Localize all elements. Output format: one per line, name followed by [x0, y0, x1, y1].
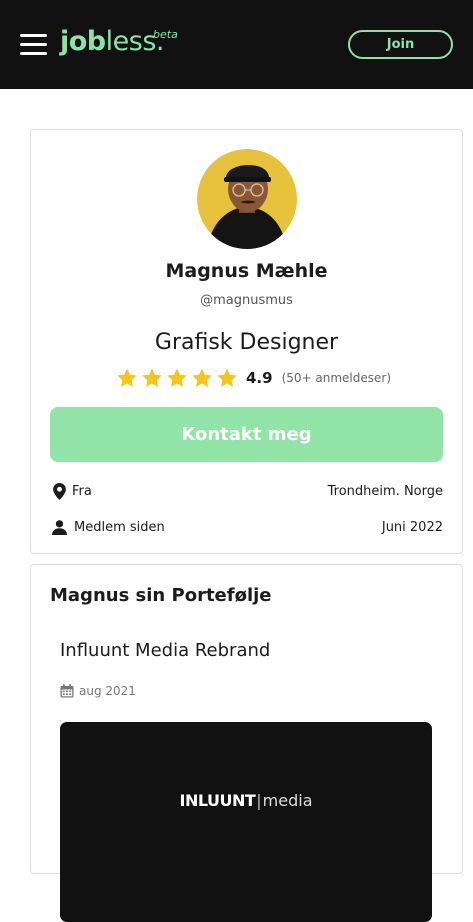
hamburger-menu-icon[interactable] — [20, 34, 47, 56]
beta-badge: beta — [153, 28, 178, 41]
rating-row: 4.9 (50+ anmeldeser) — [115, 366, 391, 390]
star-icon — [192, 368, 212, 387]
project-date: aug 2021 — [60, 684, 136, 698]
portfolio-title: Magnus sin Portefølje — [50, 585, 272, 606]
portfolio-card: Magnus sin Portefølje Influunt Media Reb… — [30, 564, 463, 922]
info-label-member-since: Medlem siden — [74, 519, 165, 535]
info-row-location: Fra Trondheim. Norge — [50, 481, 443, 501]
star-icon — [217, 368, 237, 387]
project-logo-sub: media — [262, 791, 313, 810]
star-icon — [142, 368, 162, 387]
profile-username: @magnusmus — [200, 293, 293, 308]
project-thumbnail[interactable]: INLUUNT|media — [60, 722, 432, 922]
user-icon — [50, 518, 68, 536]
project-date-text: aug 2021 — [79, 684, 136, 698]
profile-role: Grafisk Designer — [154, 330, 339, 355]
project-title[interactable]: Influunt Media Rebrand — [60, 640, 270, 661]
project-logo-separator: | — [256, 791, 262, 810]
info-row-member-since: Medlem siden Juni 2022 — [50, 517, 443, 537]
join-button[interactable]: Join — [348, 30, 453, 59]
rating-stars — [115, 366, 239, 390]
influunt-media-logo: INLUUNT|media — [60, 791, 432, 810]
jobless-logo[interactable]: jobless. beta — [60, 26, 178, 66]
project-logo-brand: INLUUNT — [179, 791, 256, 810]
profile-name: Magnus Mæhle — [165, 260, 328, 282]
top-navbar: jobless. beta Join — [0, 0, 473, 89]
star-icon — [117, 368, 137, 387]
rating-count[interactable]: (50+ anmeldeser) — [282, 371, 391, 385]
map-pin-icon — [50, 482, 68, 500]
avatar — [197, 149, 297, 249]
calendar-icon — [60, 684, 74, 698]
logo-text-job: job — [60, 26, 106, 57]
rating-value: 4.9 — [246, 369, 273, 387]
info-value-member-since: Juni 2022 — [381, 519, 443, 535]
info-label-location: Fra — [72, 483, 92, 499]
profile-card: Magnus Mæhle @magnusmus Grafisk Designer… — [30, 129, 463, 554]
contact-button[interactable]: Kontakt meg — [50, 407, 443, 462]
star-icon — [167, 368, 187, 387]
info-value-location: Trondheim. Norge — [327, 483, 443, 499]
